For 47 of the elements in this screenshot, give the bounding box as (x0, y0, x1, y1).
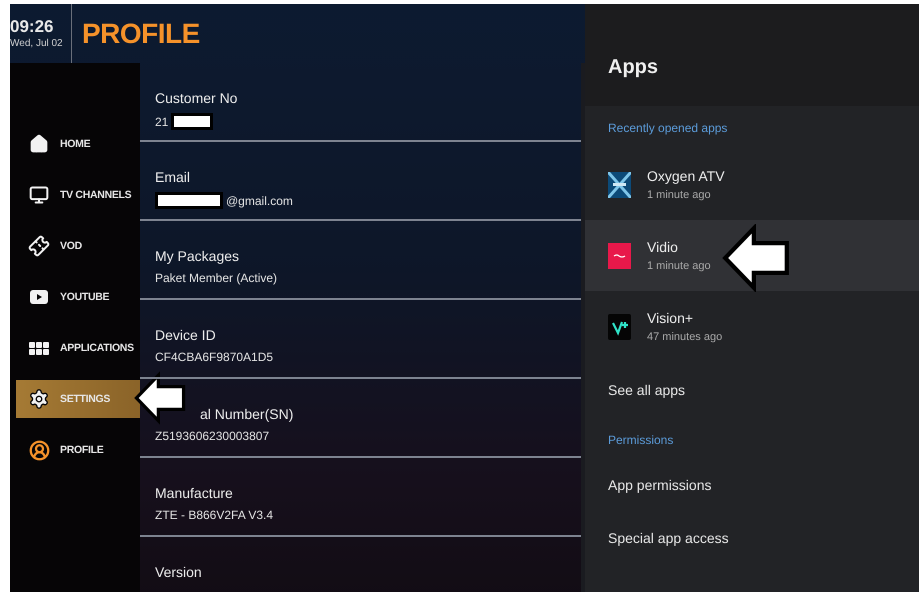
field-value: 21 (155, 114, 168, 128)
home-icon (29, 134, 49, 154)
field-label: Device ID (155, 326, 217, 344)
app-last-opened: 47 minutes ago (647, 331, 722, 343)
sidebar-item[interactable]: VOD (16, 227, 140, 265)
field-value: Z5193606230003807 (155, 429, 270, 443)
sidebar-item[interactable]: TV CHANNELS (16, 176, 140, 214)
field-label: Version (155, 563, 203, 581)
page-title: PROFILE (82, 18, 200, 50)
play-icon (30, 290, 48, 304)
field-label: Email (155, 168, 192, 186)
app-list-item[interactable]: Oxygen ATV 1 minute ago (585, 149, 919, 220)
field-label: Customer No (155, 89, 238, 107)
monitor-icon (29, 185, 49, 205)
field-value: @gmail.com (226, 194, 293, 208)
field-value: Paket Member (Active) (155, 271, 278, 285)
sidebar-item[interactable]: PROFILE (16, 431, 140, 469)
grid-icon (29, 342, 49, 354)
field-label: Manufacture (155, 484, 234, 502)
sidebar-item[interactable]: SETTINGS (16, 380, 140, 418)
field-label: My Packages (155, 247, 240, 265)
clock-time: 09:26 (10, 16, 54, 36)
see-all-apps-link[interactable]: See all apps (585, 362, 919, 418)
sidebar-item[interactable]: HOME (16, 125, 140, 163)
panel-title: Apps (608, 56, 659, 79)
field-value: CF4CBA6F9870A1D5 (155, 350, 274, 364)
sidebar-item[interactable]: APPLICATIONS (16, 329, 140, 367)
app-list-item[interactable]: Vision+ 47 minutes ago (585, 291, 919, 362)
field-value: ZTE - B866V2FA V3.4 (155, 508, 274, 522)
settings-icon (28, 388, 50, 410)
app-list-item[interactable]: Vidio 1 minute ago (585, 220, 919, 291)
app-logo-icon (608, 172, 631, 198)
app-last-opened: 1 minute ago (647, 260, 711, 272)
sidebar-item[interactable]: YOUTUBE (16, 278, 140, 316)
menu-item[interactable]: Special app access (585, 511, 919, 564)
menu-item[interactable]: App permissions (585, 458, 919, 511)
profile-icon (28, 440, 50, 460)
app-name: Vision+ (647, 310, 694, 326)
app-last-opened: 1 minute ago (647, 189, 712, 201)
section-heading: Recently opened apps (607, 120, 728, 137)
clock-date: Wed, Jul 02 (10, 36, 64, 50)
app-logo-icon (608, 314, 631, 340)
app-name: Vidio (647, 239, 679, 255)
field-label: al Number(SN) (199, 405, 294, 423)
app-logo-icon (608, 242, 631, 268)
section-heading: Permissions (607, 432, 674, 449)
app-name: Oxygen ATV (647, 168, 725, 184)
